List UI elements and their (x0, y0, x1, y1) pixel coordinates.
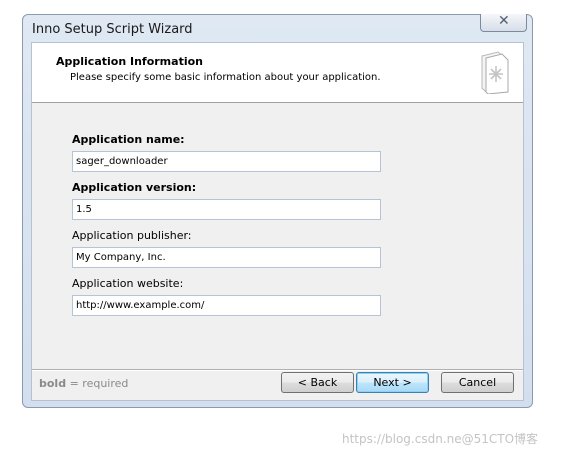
required-legend: bold = required (39, 377, 128, 390)
app-publisher-input[interactable] (72, 247, 381, 268)
window-title: Inno Setup Script Wizard (32, 22, 193, 37)
wizard-document-icon (481, 51, 509, 94)
next-button[interactable]: Next > (356, 372, 429, 393)
required-legend-bold: bold (39, 377, 67, 390)
app-website-label: Application website: (72, 277, 184, 290)
title-bar[interactable]: Inno Setup Script Wizard ✕ (23, 13, 532, 42)
app-version-input[interactable] (72, 199, 381, 220)
page-subtitle: Please specify some basic information ab… (70, 72, 381, 83)
footer-separator (32, 369, 523, 371)
close-icon: ✕ (498, 13, 510, 29)
back-button[interactable]: < Back (281, 372, 354, 393)
app-publisher-label: Application publisher: (72, 229, 192, 242)
wizard-window: Inno Setup Script Wizard ✕ Application I… (22, 13, 533, 408)
wizard-client-area: Application Information Please specify s… (31, 42, 524, 401)
page-title: Application Information (56, 55, 203, 68)
app-name-label: Application name: (72, 133, 185, 146)
app-website-input[interactable] (72, 295, 381, 316)
app-name-input[interactable] (72, 151, 381, 172)
required-legend-text: = required (66, 377, 129, 390)
app-version-label: Application version: (72, 181, 197, 194)
cancel-button[interactable]: Cancel (441, 372, 514, 393)
wizard-header: Application Information Please specify s… (32, 43, 523, 103)
close-button[interactable]: ✕ (480, 13, 527, 32)
watermark-text: https://blog.csdn.ne@51CTO博客 (342, 432, 539, 446)
